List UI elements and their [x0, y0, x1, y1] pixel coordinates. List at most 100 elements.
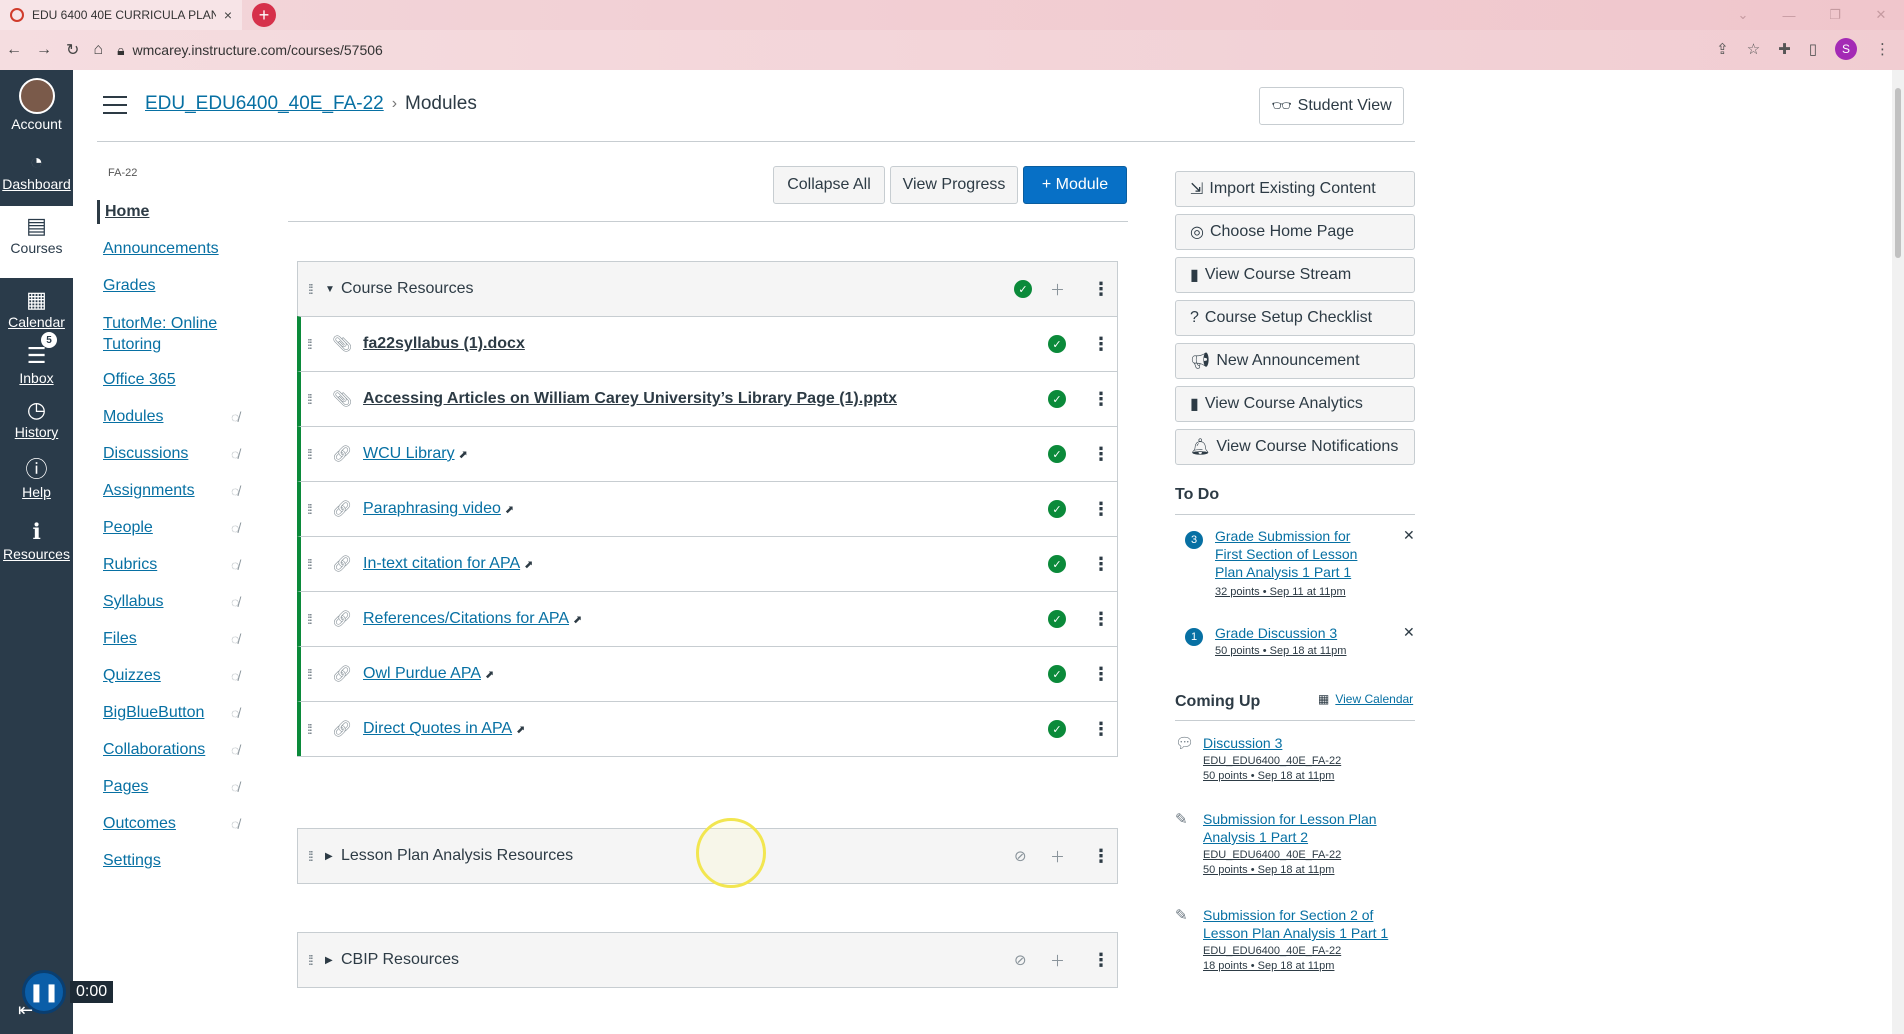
view-course-analytics-button[interactable]: ▮ View Course Analytics	[1175, 386, 1415, 422]
module-item[interactable]: ⁞⁞ 🔗︎ Direct Quotes in APA ⬈ ✓ ⋮	[297, 701, 1117, 756]
course-nav-rubrics[interactable]: Rubrics ◌̸	[97, 553, 257, 577]
module-item-link[interactable]: WCU Library	[363, 445, 455, 462]
module-options-icon[interactable]: ⋮	[1092, 846, 1110, 867]
drag-handle-icon[interactable]: ⁞⁞	[307, 336, 313, 352]
view-course-stream-button[interactable]: ▮ View Course Stream	[1175, 257, 1415, 293]
course-nav-label[interactable]: Syllabus	[103, 593, 163, 611]
drag-handle-icon[interactable]: ⁞⁞	[307, 446, 313, 462]
course-nav-quizzes[interactable]: Quizzes ◌̸	[97, 664, 257, 688]
view-progress-button[interactable]: View Progress	[890, 166, 1018, 204]
course-nav-assignments[interactable]: Assignments ◌̸	[97, 479, 257, 503]
add-module-button[interactable]: + Module	[1023, 166, 1127, 204]
dismiss-icon[interactable]: ✕	[1403, 624, 1415, 641]
scrollbar-thumb[interactable]	[1895, 88, 1901, 258]
course-nav-label[interactable]: Announcements	[103, 240, 219, 258]
module-item-link[interactable]: Direct Quotes in APA	[363, 720, 512, 737]
student-view-button[interactable]: 👓︎ Student View	[1259, 87, 1404, 125]
browser-menu-icon[interactable]: ⋮	[1875, 40, 1890, 58]
drag-handle-icon[interactable]: ⁞⁞	[308, 281, 314, 297]
coming-up-link[interactable]: Submission for Lesson Plan Analysis 1 Pa…	[1203, 811, 1377, 845]
course-nav-label[interactable]: People	[103, 519, 153, 537]
course-menu-toggle[interactable]	[103, 96, 127, 114]
course-nav-label[interactable]: Settings	[103, 852, 161, 870]
minimize-icon[interactable]: —	[1766, 0, 1812, 30]
collapsed-triangle-icon[interactable]: ▶	[325, 955, 333, 966]
course-nav-label[interactable]: Discussions	[103, 445, 188, 463]
global-nav-history[interactable]: ◷ History	[0, 398, 73, 441]
module-item-link[interactable]: fa22syllabus (1).docx	[363, 335, 525, 352]
course-nav-label[interactable]: Grades	[103, 277, 155, 295]
global-nav-resources[interactable]: ℹ Resources	[0, 520, 73, 563]
close-window-icon[interactable]: ✕	[1858, 0, 1904, 30]
url-field[interactable]: 🔒︎ wmcarey.instructure.com/courses/57506	[117, 42, 383, 59]
home-icon[interactable]: ⌂	[93, 41, 103, 59]
profile-avatar[interactable]: S	[1835, 38, 1857, 60]
collapse-all-button[interactable]: Collapse All	[773, 166, 885, 204]
module-options-icon[interactable]: ⋮	[1092, 950, 1110, 971]
breadcrumb-course-link[interactable]: EDU_EDU6400_40E_FA-22	[145, 93, 384, 115]
course-nav-discussions[interactable]: Discussions ◌̸	[97, 442, 257, 466]
drag-handle-icon[interactable]: ⁞⁞	[307, 611, 313, 627]
drag-handle-icon[interactable]: ⁞⁞	[307, 501, 313, 517]
module-options-icon[interactable]: ⋮	[1092, 279, 1110, 300]
global-nav-inbox[interactable]: 5 ☰ Inbox	[0, 332, 73, 386]
drag-handle-icon[interactable]: ⁞⁞	[307, 721, 313, 737]
module-item[interactable]: ⁞⁞ 🔗︎ Paraphrasing video ⬈ ✓ ⋮	[297, 481, 1117, 536]
drag-handle-icon[interactable]: ⁞⁞	[307, 391, 313, 407]
item-options-icon[interactable]: ⋮	[1092, 554, 1110, 575]
published-check-icon[interactable]: ✓	[1014, 280, 1032, 298]
published-check-icon[interactable]: ✓	[1048, 500, 1066, 518]
view-calendar[interactable]: ▦ View Calendar	[1318, 692, 1413, 706]
module-item[interactable]: ⁞⁞ 📎︎ fa22syllabus (1).docx ✓ ⋮	[297, 316, 1117, 371]
item-options-icon[interactable]: ⋮	[1092, 499, 1110, 520]
drag-handle-icon[interactable]: ⁞⁞	[308, 952, 314, 968]
course-nav-label[interactable]: Pages	[103, 778, 148, 796]
expanded-triangle-icon[interactable]: ▼	[325, 284, 335, 295]
collapse-nav-icon[interactable]: ⇤	[18, 1000, 33, 1021]
published-check-icon[interactable]: ✓	[1048, 665, 1066, 683]
global-nav-calendar[interactable]: ▦ Calendar	[0, 288, 73, 331]
item-options-icon[interactable]: ⋮	[1092, 719, 1110, 740]
course-nav-office365[interactable]: Office 365	[97, 368, 257, 392]
todo-link[interactable]: Grade Submission for First Section of Le…	[1215, 528, 1357, 580]
item-options-icon[interactable]: ⋮	[1092, 664, 1110, 685]
restore-icon[interactable]: ❐	[1812, 0, 1858, 30]
module-item[interactable]: ⁞⁞ 🔗︎ Owl Purdue APA ⬈ ✓ ⋮	[297, 646, 1117, 701]
todo-item[interactable]: 3 Grade Submission for First Section of …	[1175, 527, 1415, 602]
chevron-down-icon[interactable]: ⌄	[1720, 0, 1766, 30]
new-tab-button[interactable]: +	[252, 3, 276, 27]
coming-up-link[interactable]: Submission for Section 2 of Lesson Plan …	[1203, 907, 1388, 941]
extensions-icon[interactable]: ✚	[1778, 40, 1791, 58]
course-nav-label[interactable]: Assignments	[103, 482, 195, 500]
course-nav-label[interactable]: Files	[103, 630, 137, 648]
collapsed-triangle-icon[interactable]: ▶	[325, 851, 333, 862]
course-nav-people[interactable]: People ◌̸	[97, 516, 257, 540]
todo-item[interactable]: 1 Grade Discussion 3 50 points • Sep 18 …	[1175, 624, 1415, 664]
course-nav-files[interactable]: Files ◌̸	[97, 627, 257, 651]
course-nav-home[interactable]: Home	[97, 200, 257, 224]
share-icon[interactable]: ⇪	[1716, 40, 1729, 58]
published-check-icon[interactable]: ✓	[1048, 720, 1066, 738]
course-nav-syllabus[interactable]: Syllabus ◌̸	[97, 590, 257, 614]
drag-handle-icon[interactable]: ⁞⁞	[307, 666, 313, 682]
item-options-icon[interactable]: ⋮	[1092, 334, 1110, 355]
add-item-icon[interactable]: ＋	[1050, 279, 1065, 300]
coming-up-item[interactable]: 💬︎ Discussion 3 EDU_EDU6400_40E_FA-22 50…	[1175, 734, 1415, 789]
global-nav-account[interactable]: Account	[0, 78, 73, 132]
view-course-notifications-button[interactable]: 🔔︎ View Course Notifications	[1175, 429, 1415, 465]
unpublished-icon[interactable]: ⊘	[1014, 951, 1027, 969]
module-item[interactable]: ⁞⁞ 🔗︎ In-text citation for APA ⬈ ✓ ⋮	[297, 536, 1117, 591]
module-item-link[interactable]: Owl Purdue APA	[363, 665, 481, 682]
course-nav-bigbluebutton[interactable]: BigBlueButton ◌̸	[97, 701, 257, 725]
module-header[interactable]: ⁞⁞ ▶ CBIP Resources ⊘ ＋ ⋮	[298, 933, 1117, 987]
back-icon[interactable]: ←	[6, 41, 22, 59]
course-nav-label[interactable]: Office 365	[103, 371, 176, 389]
item-options-icon[interactable]: ⋮	[1092, 609, 1110, 630]
course-nav-label[interactable]: Outcomes	[103, 815, 176, 833]
course-nav-settings[interactable]: Settings	[97, 849, 257, 873]
coming-up-link[interactable]: Discussion 3	[1203, 735, 1282, 751]
item-options-icon[interactable]: ⋮	[1092, 389, 1110, 410]
published-check-icon[interactable]: ✓	[1048, 555, 1066, 573]
module-header[interactable]: ⁞⁞ ▼ Course Resources ✓ ＋ ⋮	[298, 262, 1117, 316]
drag-handle-icon[interactable]: ⁞⁞	[308, 848, 314, 864]
